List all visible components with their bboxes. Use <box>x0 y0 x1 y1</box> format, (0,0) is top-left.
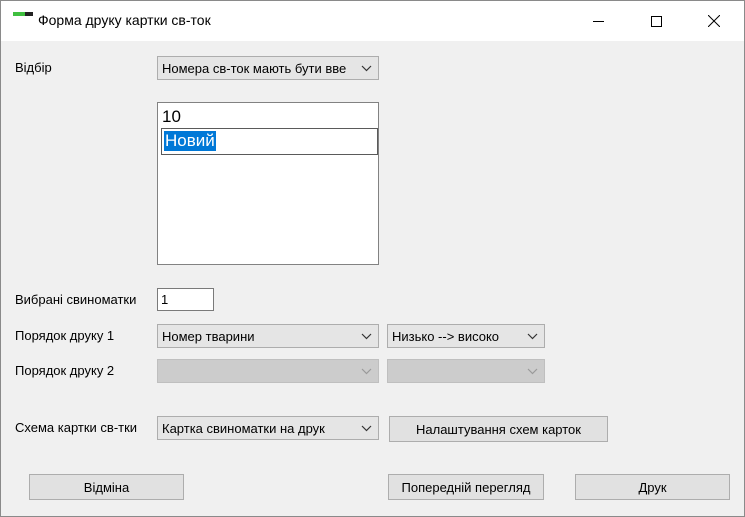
selection-combo[interactable]: Номера св-ток мають бути вве <box>157 56 379 80</box>
app-icon <box>13 12 33 26</box>
selection-label: Відбір <box>15 60 52 75</box>
list-edit-input[interactable]: Новий <box>161 128 378 155</box>
chevron-down-icon <box>361 65 372 72</box>
card-scheme-label: Схема картки св-тки <box>15 420 138 435</box>
maximize-icon <box>650 15 662 27</box>
minimize-button[interactable] <box>569 1 627 41</box>
print-form-window: Форма друку картки св-ток Відбір Номера … <box>0 0 745 517</box>
selected-sows-label: Вибрані свиноматки <box>15 292 137 307</box>
print-order-1-label: Порядок друку 1 <box>15 328 115 343</box>
title-bar[interactable]: Форма друку картки св-ток <box>1 1 744 41</box>
chevron-down-icon <box>361 333 372 340</box>
print-order-1-field-value: Номер тварини <box>162 329 255 344</box>
scheme-settings-button[interactable]: Налаштування схем карток <box>389 416 608 442</box>
chevron-down-icon <box>527 333 538 340</box>
window-title: Форма друку картки св-ток <box>38 12 211 28</box>
chevron-down-icon <box>361 368 372 375</box>
cancel-button[interactable]: Відміна <box>29 474 184 500</box>
maximize-button[interactable] <box>627 1 685 41</box>
print-order-1-field-combo[interactable]: Номер тварини <box>157 324 379 348</box>
card-scheme-value: Картка свиноматки на друк <box>162 421 325 436</box>
list-edit-selected-text: Новий <box>164 131 216 151</box>
card-scheme-combo[interactable]: Картка свиноматки на друк <box>157 416 379 440</box>
print-order-1-direction-value: Низько --> високо <box>392 329 500 344</box>
selection-combo-value: Номера св-ток мають бути вве <box>162 61 347 76</box>
minimize-icon <box>592 20 604 22</box>
print-button[interactable]: Друк <box>575 474 730 500</box>
sows-number-list[interactable]: 10 Новий <box>157 102 379 265</box>
preview-button[interactable]: Попередній перегляд <box>388 474 544 500</box>
chevron-down-icon <box>527 368 538 375</box>
list-item[interactable]: 10 <box>162 107 181 127</box>
close-icon <box>708 15 720 27</box>
close-button[interactable] <box>685 1 743 41</box>
selected-sows-field[interactable]: 1 <box>157 288 214 311</box>
print-order-2-label: Порядок друку 2 <box>15 363 115 378</box>
print-order-2-field-combo[interactable] <box>157 359 379 383</box>
print-order-2-direction-combo[interactable] <box>387 359 545 383</box>
print-order-1-direction-combo[interactable]: Низько --> високо <box>387 324 545 348</box>
chevron-down-icon <box>361 425 372 432</box>
